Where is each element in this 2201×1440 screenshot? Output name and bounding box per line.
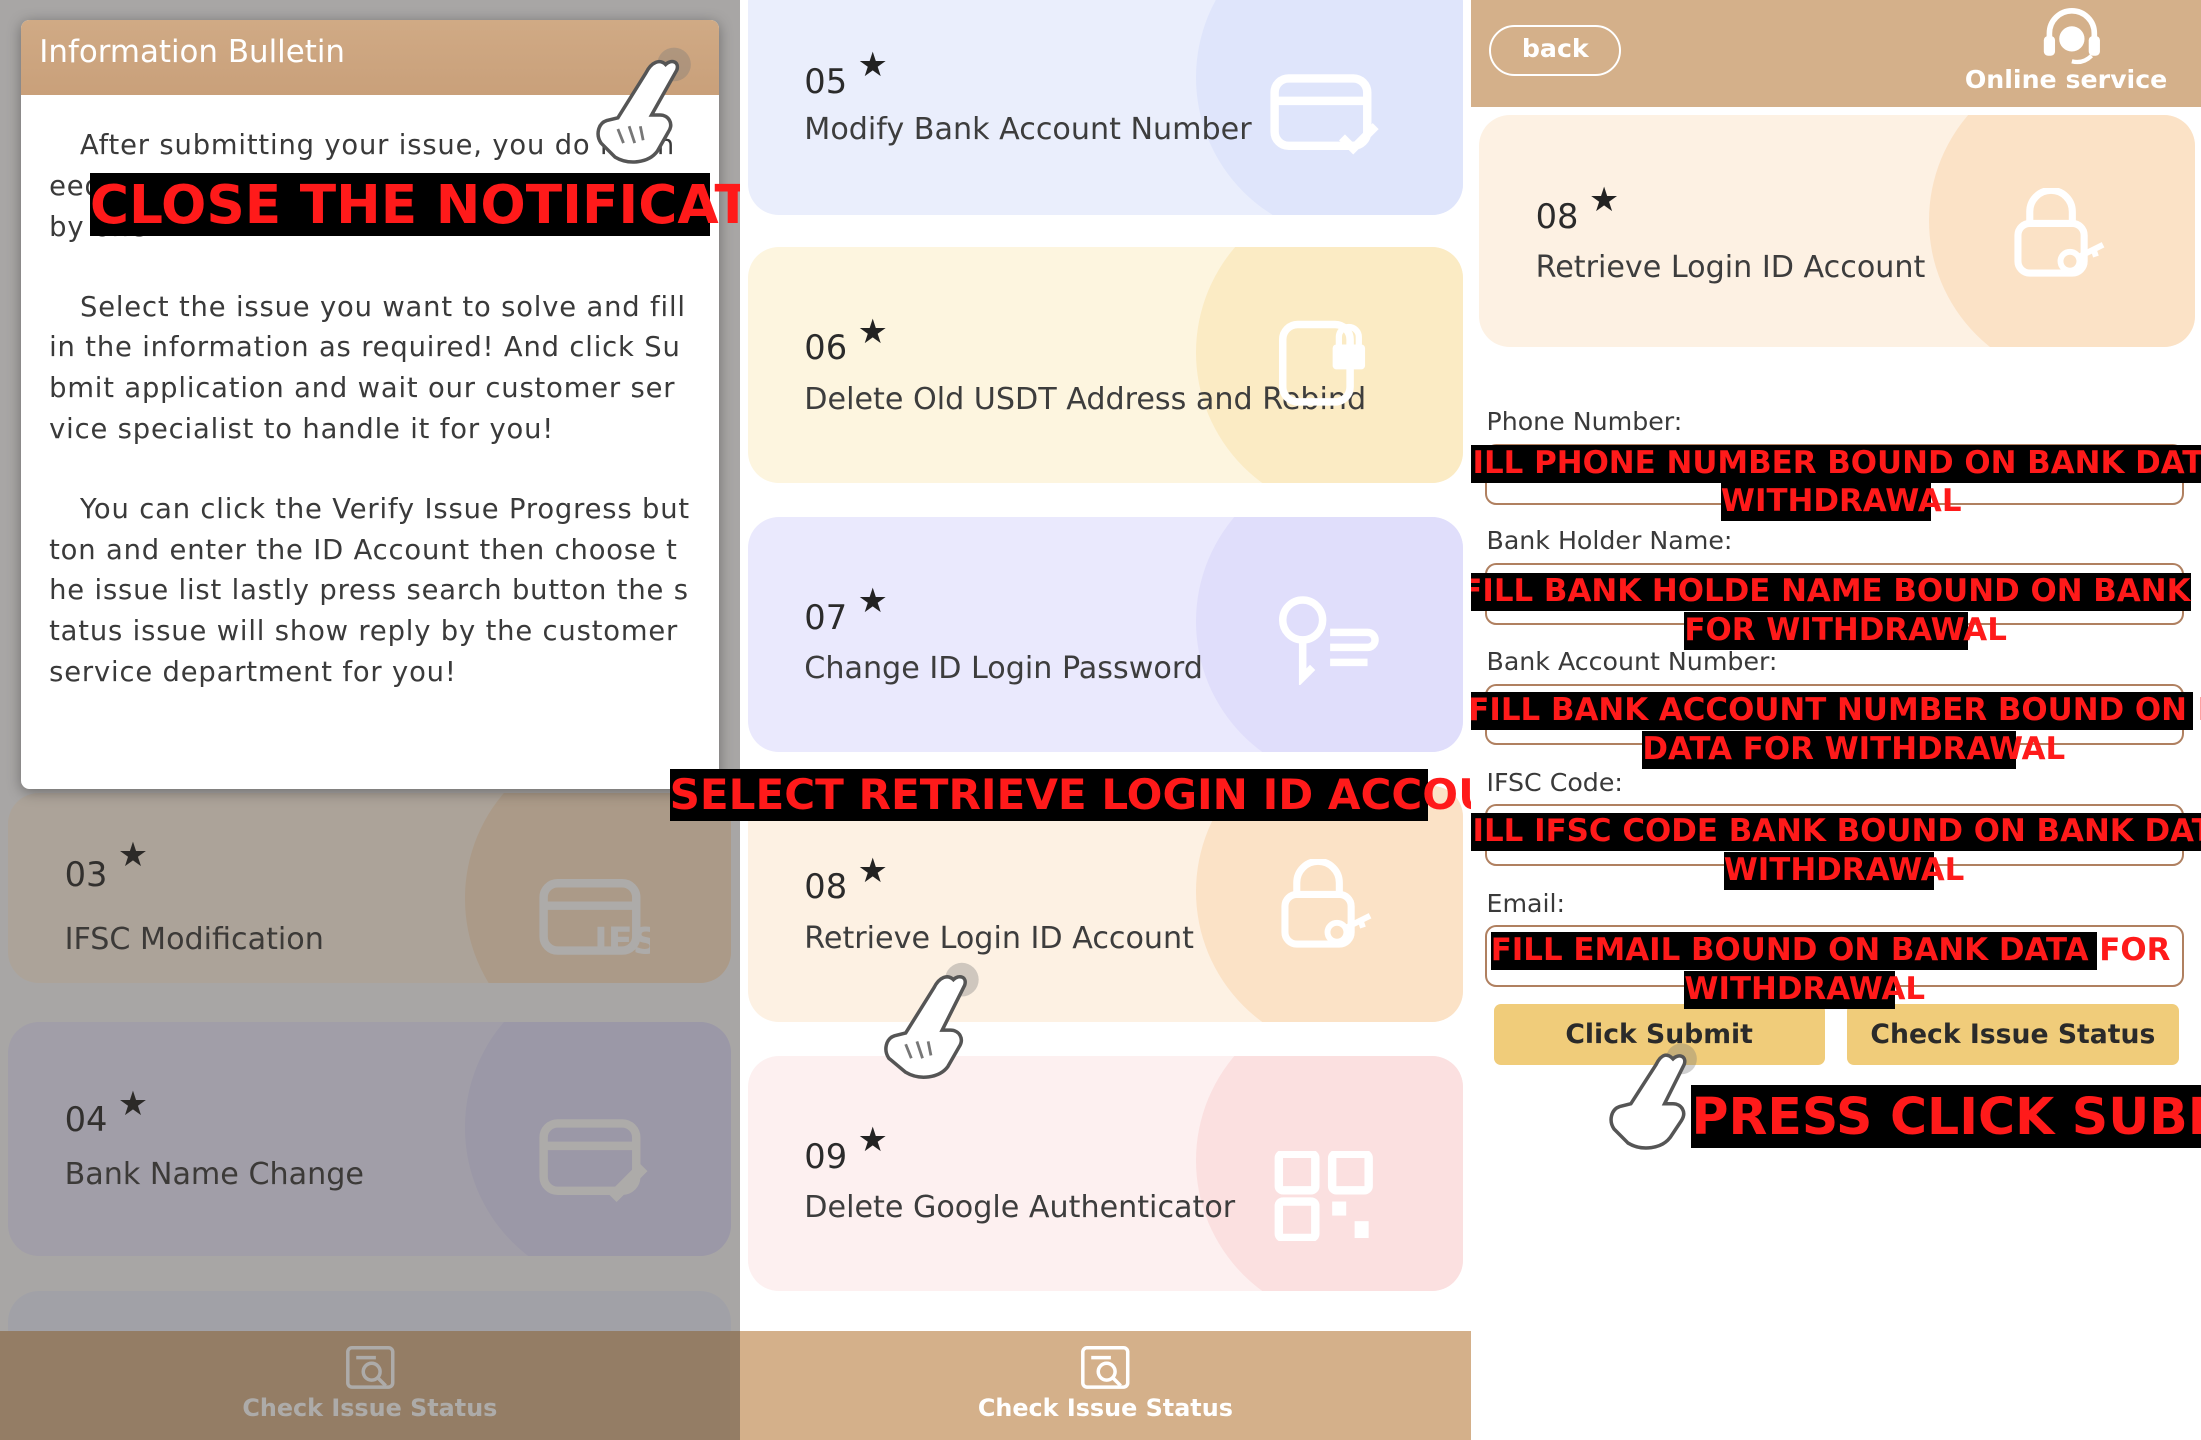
star-icon: ★ — [857, 581, 888, 621]
card-label: Modify Bank Account Number — [804, 112, 1252, 148]
card-number: 06 — [804, 328, 848, 368]
annotation-email-line2: WITHDRAWAL — [1684, 971, 1926, 1010]
hand-pointer-icon — [883, 962, 979, 1080]
selected-card-08: 08 ★ Retrieve Login ID Account — [1479, 115, 2196, 347]
headset-icon[interactable] — [2041, 8, 2103, 65]
panel-retrieve-form: back Online service 08 ★ Retrieve Login … — [1471, 0, 2201, 1440]
bank-holder-name-label: Bank Holder Name: — [1486, 526, 1733, 556]
issue-card-07[interactable]: 07 ★ Change ID Login Password — [748, 516, 1463, 753]
bank-account-number-label: Bank Account Number: — [1486, 647, 1778, 677]
lock-box-icon — [1278, 320, 1366, 406]
lock-key-icon — [1281, 859, 1372, 948]
annotation-phone-line1: FILL PHONE NUMBER BOUND ON BANK DATA FOR — [1471, 444, 2201, 483]
annotation-email-line1: FILL EMAIL BOUND ON BANK DATA FOR — [1490, 932, 2171, 970]
card-label: Retrieve Login ID Account — [804, 920, 1194, 956]
annotation-account-line1: FILL BANK ACCOUNT NUMBER BOUND ON BANK — [1471, 692, 2201, 730]
card-check-icon — [1270, 74, 1379, 155]
card-number: 08 — [804, 867, 848, 907]
card-number: 09 — [804, 1136, 848, 1176]
email-label: Email: — [1486, 888, 1566, 918]
annotation-select-retrieve: SELECT RETRIEVE LOGIN ID ACCOUNT — [669, 769, 1557, 822]
modal-paragraph: You can click the Verify Issue Progress … — [49, 493, 690, 688]
annotation-holder-line1: FILL BANK HOLDE NAME BOUND ON BANK DATA — [1471, 572, 2201, 611]
ifsc-code-label: IFSC Code: — [1486, 767, 1623, 797]
annotation-account-line2: DATA FOR WITHDRAWAL — [1642, 731, 2066, 770]
key-lines-icon — [1278, 596, 1379, 685]
star-icon: ★ — [857, 44, 888, 84]
panel-issue-list: 05 ★ Modify Bank Account Number 06 ★ Del… — [739, 0, 1472, 1440]
search-document-icon — [1081, 1345, 1130, 1389]
card-number: 07 — [804, 597, 848, 637]
online-service-label[interactable]: Online service — [1965, 65, 2167, 94]
top-bar: back Online service — [1471, 0, 2201, 107]
card-number: 08 — [1535, 196, 1579, 236]
issue-card-08[interactable]: 08 ★ Retrieve Login ID Account — [748, 786, 1463, 1022]
annotation-holder-line2: FOR WITHDRAWAL — [1684, 612, 2007, 650]
issue-card-06[interactable]: 06 ★ Delete Old USDT Address and Rebind — [748, 247, 1463, 483]
issue-card-09[interactable]: 09 ★ Delete Google Authenticator — [748, 1055, 1463, 1292]
card-label: Retrieve Login ID Account — [1535, 249, 1926, 285]
annotation-phone-line2: WITHDRAWAL — [1720, 482, 1962, 521]
qr-code-icon — [1274, 1151, 1373, 1241]
card-label: Delete Google Authenticator — [804, 1190, 1236, 1226]
star-icon: ★ — [857, 1120, 888, 1160]
panel-notification: 03 ★ IFSC Modification IFS 04 ★ Bank Nam… — [0, 0, 740, 1440]
star-icon: ★ — [857, 311, 888, 351]
annotation-ifsc-line2: WITHDRAWAL — [1723, 852, 1965, 890]
issue-card-05[interactable]: 05 ★ Modify Bank Account Number — [748, 0, 1463, 215]
bottom-bar[interactable]: Check Issue Status — [739, 1330, 1472, 1440]
bottom-bar-label: Check Issue Status — [977, 1393, 1233, 1422]
phone-number-label: Phone Number: — [1486, 407, 1683, 437]
card-label: Change ID Login Password — [804, 651, 1203, 687]
check-issue-status-button[interactable]: Check Issue Status — [1847, 1003, 2179, 1066]
modal-paragraph: Select the issue you want to solve and f… — [49, 291, 686, 445]
star-icon: ★ — [1588, 179, 1620, 219]
annotation-close-notification: CLOSE THE NOTIFICATION — [89, 172, 740, 236]
annotation-press-submit: PRESS CLICK SUBMIT — [1691, 1085, 2201, 1149]
lock-key-icon — [2014, 188, 2105, 277]
annotation-ifsc-line1: FILL IFSC CODE BANK BOUND ON BANK DATA F… — [1471, 812, 2201, 851]
star-icon: ★ — [857, 850, 888, 890]
back-button[interactable]: back — [1489, 25, 1622, 76]
card-number: 05 — [804, 61, 848, 101]
hand-pointer-icon — [596, 47, 691, 164]
